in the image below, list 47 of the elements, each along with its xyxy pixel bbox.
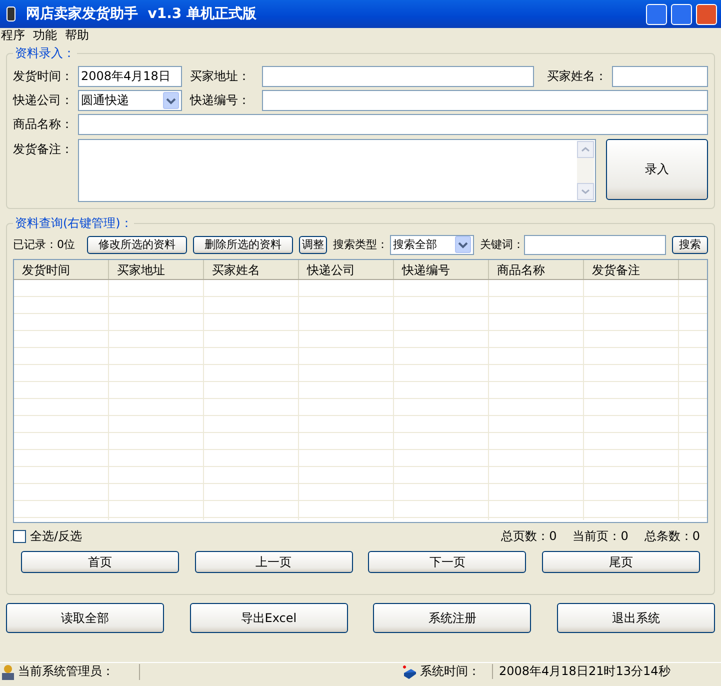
status-time: 2008年4月18日21时13分14秒 (492, 664, 670, 679)
field-label: 商品名称： (13, 117, 74, 132)
field-label: 买家姓名： (547, 69, 608, 84)
pager-button[interactable]: 上一页 (194, 551, 353, 574)
window-title: 网店卖家发货助手 v1.3 单机正式版 (26, 6, 257, 22)
input-field[interactable]: 2008年4月18日 (78, 66, 182, 87)
menu-item[interactable]: 帮助 (65, 28, 89, 45)
pager-info: 总页数：0 (501, 529, 557, 544)
field-label: 买家地址： (190, 69, 251, 84)
field-label: 快递编号： (190, 93, 251, 108)
pager-info: 总条数：0 (644, 529, 700, 544)
courier-dropdown[interactable]: 圆通快递 (78, 90, 182, 111)
action-button[interactable]: 导出Excel (190, 603, 348, 633)
column-header[interactable]: 买家姓名 (204, 260, 299, 279)
pager-button[interactable]: 首页 (21, 551, 179, 574)
search-button[interactable]: 搜索 (672, 236, 708, 254)
menu-item[interactable]: 程序 (1, 28, 25, 45)
toolbar-button[interactable]: 删除所选的资料 (193, 236, 293, 254)
group-title: 资料录入： (13, 46, 77, 60)
pager-button[interactable]: 下一页 (368, 551, 526, 574)
field-label: 发货备注： (13, 141, 74, 158)
action-button[interactable]: 读取全部 (6, 603, 164, 633)
group-title: 资料查询(右键管理)： (13, 216, 134, 230)
column-header[interactable]: 商品名称 (489, 260, 584, 279)
submit-button[interactable]: 录入 (606, 139, 708, 200)
status-label: 当前系统管理员： (17, 664, 115, 679)
field-label: 搜索类型： (333, 238, 388, 252)
pager-button[interactable]: 尾页 (542, 551, 700, 574)
search-type-dropdown[interactable]: 搜索全部 (390, 234, 474, 254)
column-header[interactable]: 买家地址 (109, 260, 204, 279)
toolbar-button[interactable]: 修改所选的资料 (87, 236, 187, 254)
menu-item[interactable]: 功能 (33, 28, 57, 45)
column-header[interactable]: 快递编号 (394, 260, 489, 279)
column-header[interactable]: 发货时间 (14, 260, 109, 279)
toolbar-button[interactable]: 调整 (299, 236, 327, 254)
column-header[interactable]: 快递公司 (299, 260, 394, 279)
checkbox-label: 全选/反选 (30, 529, 82, 544)
field-label: 发货时间： (13, 69, 74, 84)
pager-info: 当前页：0 (572, 529, 628, 544)
action-button[interactable]: 系统注册 (373, 603, 532, 633)
status-label: 系统时间： (419, 664, 481, 679)
action-button[interactable]: 退出系统 (556, 603, 715, 633)
record-count: 已记录：0位 (13, 238, 75, 252)
field-label: 快递公司： (13, 93, 74, 108)
field-label: 关键词： (480, 238, 524, 252)
data-table[interactable]: 发货时间 买家地址 买家姓名 快递公司 快递编号 商品名称 发货备注 (13, 259, 708, 523)
column-header[interactable]: 发货备注 (584, 260, 679, 279)
